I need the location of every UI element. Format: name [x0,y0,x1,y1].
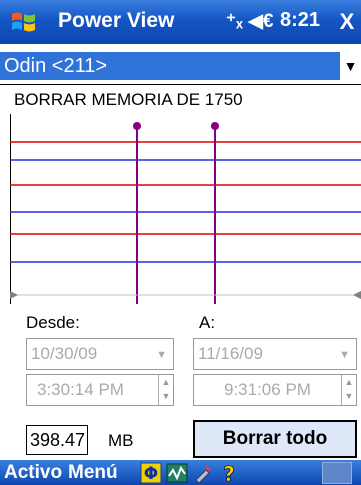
desde-date-value: 10/30/09 [31,344,98,363]
chevron-down-icon[interactable]: ▼ [156,339,167,371]
desde-label: Desde: [26,313,80,332]
svg-text:Φ: Φ [144,464,158,484]
tools-icon[interactable] [192,462,214,484]
desde-time-value: 3:30:14 PM [37,380,124,399]
keyboard-icon[interactable] [322,462,352,484]
memory-size-field[interactable]: 398.47 [26,425,88,455]
a-date-picker[interactable]: 11/16/09 ▼ [193,338,357,370]
desde-time-spinner[interactable]: 3:30:14 PM ▲ ▼ [26,374,174,406]
time-marker-handle[interactable] [133,122,141,130]
help-icon[interactable]: ? [218,462,240,484]
desde-date-picker[interactable]: 10/30/09 ▼ [26,338,174,370]
close-button[interactable]: X [336,7,358,37]
connectivity-volume-icon[interactable]: ⁺ₓ ◀€ [226,10,273,33]
phi-icon[interactable]: Φ [140,462,162,484]
borrar-todo-button[interactable]: Borrar todo [193,420,357,458]
clock[interactable]: 8:21 [280,9,320,32]
chevron-down-icon[interactable]: ▼ [340,52,361,80]
waveform-icon[interactable] [166,462,188,484]
a-date-value: 11/16/09 [198,344,263,363]
device-select[interactable]: Odin <211> ▼ [0,52,361,80]
device-select-value[interactable]: Odin <211> [0,52,340,80]
time-marker-handle[interactable] [211,122,219,130]
menu-softkey[interactable]: Menú [68,462,118,484]
divider [0,84,361,85]
svg-text:?: ? [223,462,235,484]
spinner-arrows-icon[interactable]: ▲ ▼ [158,375,173,405]
status-banner: BORRAR MEMORIA DE 1750 [14,90,243,109]
spinner-arrows-icon[interactable]: ▲ ▼ [341,375,356,405]
scroll-right-icon[interactable] [353,291,361,299]
a-label: A: [199,313,216,332]
activo-softkey[interactable]: Activo [4,462,62,484]
app-title: Power View [58,9,175,32]
bottom-menu-bar: Activo Menú Φ ? [0,460,361,485]
size-unit: MB [108,431,134,450]
a-time-value: 9:31:06 PM [224,380,311,399]
scroll-left-icon[interactable] [10,291,18,299]
a-time-spinner[interactable]: 9:31:06 PM ▲ ▼ [193,374,357,406]
title-bar: Power View ⁺ₓ ◀€ 8:21 X [0,0,361,44]
chart[interactable] [10,114,361,304]
windows-start-icon[interactable] [10,8,38,36]
chevron-down-icon[interactable]: ▼ [339,339,350,371]
